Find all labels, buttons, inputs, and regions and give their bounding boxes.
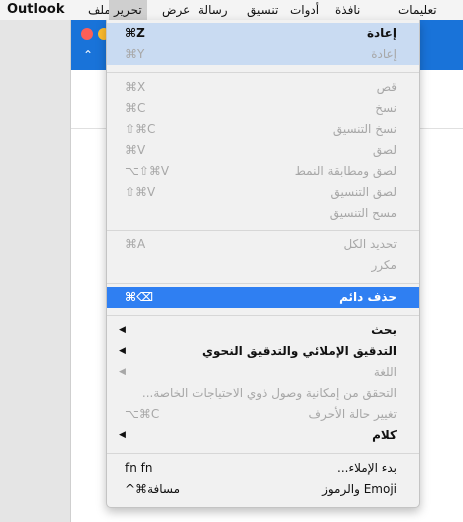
menu-separator xyxy=(107,315,419,316)
menu-item-label: نسخ التنسيق xyxy=(332,122,397,136)
edit-menu: ⌘Z إعادة ⌘Y إعادة ⌘X قص ⌘C نسخ ⇧⌘C نسخ ا… xyxy=(106,20,420,508)
menu-item-label: إعادة xyxy=(371,47,397,61)
menu-item-label: نسخ xyxy=(375,101,397,115)
shortcut: ^⌘مسافة xyxy=(125,482,181,496)
desktop-background xyxy=(0,20,70,522)
menu-item-label: كلام xyxy=(372,428,397,442)
menu-separator xyxy=(107,72,419,73)
menu-item-label: لصق ومطابقة النمط xyxy=(294,164,397,178)
submenu-arrow-icon: ◀ xyxy=(119,430,126,440)
shortcut: ⌘Y xyxy=(125,47,145,61)
menu-item-find[interactable]: ◀ بحث xyxy=(107,320,419,341)
menu-item-select-all[interactable]: ⌘A تحديد الكل xyxy=(107,234,419,255)
menu-item-duplicate[interactable]: مكرر xyxy=(107,255,419,276)
menu-item-label: مسح التنسيق xyxy=(329,206,397,220)
menu-item-label: قص xyxy=(376,80,397,94)
shortcut: ⇧⌘V xyxy=(125,185,156,199)
menu-separator xyxy=(107,230,419,231)
menubar-format[interactable]: تنسيق xyxy=(242,0,283,20)
menu-item-clear-formatting[interactable]: مسح التنسيق xyxy=(107,203,419,224)
menu-item-label: تحديد الكل xyxy=(343,237,397,251)
menu-item-change-case[interactable]: ⌥⌘C تغيير حالة الأحرف xyxy=(107,404,419,425)
shortcut: ⌥⇧⌘V xyxy=(125,164,170,178)
menu-item-label: حذف دائم xyxy=(339,290,397,304)
menu-item-label: إعادة xyxy=(366,26,397,40)
menu-item-label: Emoji والرموز xyxy=(322,482,397,496)
menu-separator xyxy=(107,453,419,454)
submenu-arrow-icon: ◀ xyxy=(119,325,126,335)
menu-item-label: لصق xyxy=(372,143,397,157)
shortcut: fn fn xyxy=(125,461,153,475)
menu-item-copy[interactable]: ⌘C نسخ xyxy=(107,98,419,119)
menu-item-speech[interactable]: ◀ كلام xyxy=(107,425,419,446)
shortcut: ⌘C xyxy=(125,101,146,115)
shortcut: ⌘A xyxy=(125,237,146,251)
shortcut: ⌘X xyxy=(125,80,146,94)
menubar-message[interactable]: رسالة xyxy=(193,0,233,20)
menu-item-spelling-grammar[interactable]: ◀ التدقيق الإملائي والتدقيق النحوي xyxy=(107,341,419,362)
menu-item-label: بحث xyxy=(371,323,397,337)
shortcut: ⌘V xyxy=(125,143,146,157)
menu-item-check-accessibility[interactable]: التحقق من إمكانية وصول ذوي الاحتياجات ال… xyxy=(107,383,419,404)
menubar-view[interactable]: عرض xyxy=(157,0,195,20)
menu-item-paste[interactable]: ⌘V لصق xyxy=(107,140,419,161)
shortcut: ⌘⌫ xyxy=(125,290,154,304)
close-window-button[interactable] xyxy=(81,28,93,40)
menu-item-start-dictation[interactable]: fn fn بدء الإملاء... xyxy=(107,458,419,479)
shortcut: ⌘Z xyxy=(125,26,145,40)
menu-item-label: لصق التنسيق xyxy=(330,185,397,199)
shortcut: ⇧⌘C xyxy=(125,122,156,136)
menu-item-redo[interactable]: ⌘Z إعادة xyxy=(107,23,419,44)
menu-item-delete-permanently[interactable]: ⌘⌫ حذف دائم xyxy=(107,287,419,308)
menu-item-copy-formatting[interactable]: ⇧⌘C نسخ التنسيق xyxy=(107,119,419,140)
submenu-arrow-icon: ◀ xyxy=(119,367,126,377)
menubar: Outlook ملف تحرير عرض رسالة تنسيق أدوات … xyxy=(0,0,463,21)
menu-item-paste-match-style[interactable]: ⌥⇧⌘V لصق ومطابقة النمط xyxy=(107,161,419,182)
menu-item-label: مكرر xyxy=(371,258,397,272)
menubar-edit[interactable]: تحرير xyxy=(109,0,147,20)
menu-item-label: تغيير حالة الأحرف xyxy=(308,407,397,421)
menu-item-label: بدء الإملاء... xyxy=(337,461,397,475)
menu-item-label: التدقيق الإملائي والتدقيق النحوي xyxy=(202,344,397,358)
menu-item-language[interactable]: ◀ اللغة xyxy=(107,362,419,383)
menu-item-paste-formatting[interactable]: ⇧⌘V لصق التنسيق xyxy=(107,182,419,203)
menu-separator xyxy=(107,283,419,284)
menu-item-redo-2[interactable]: ⌘Y إعادة xyxy=(107,44,419,65)
menubar-app-outlook[interactable]: Outlook xyxy=(2,0,69,20)
submenu-arrow-icon: ◀ xyxy=(119,346,126,356)
menubar-help[interactable]: تعليمات xyxy=(393,0,442,20)
shortcut: ⌥⌘C xyxy=(125,407,160,421)
menubar-window[interactable]: نافذة xyxy=(330,0,365,20)
menu-item-label: اللغة xyxy=(373,365,397,379)
menu-item-cut[interactable]: ⌘X قص xyxy=(107,77,419,98)
menubar-tools[interactable]: أدوات xyxy=(285,0,324,20)
menu-item-label: التحقق من إمكانية وصول ذوي الاحتياجات ال… xyxy=(141,386,397,400)
chevron-up-icon[interactable]: ⌃ xyxy=(83,48,93,62)
menu-item-emoji-symbols[interactable]: ^⌘مسافة Emoji والرموز xyxy=(107,479,419,500)
